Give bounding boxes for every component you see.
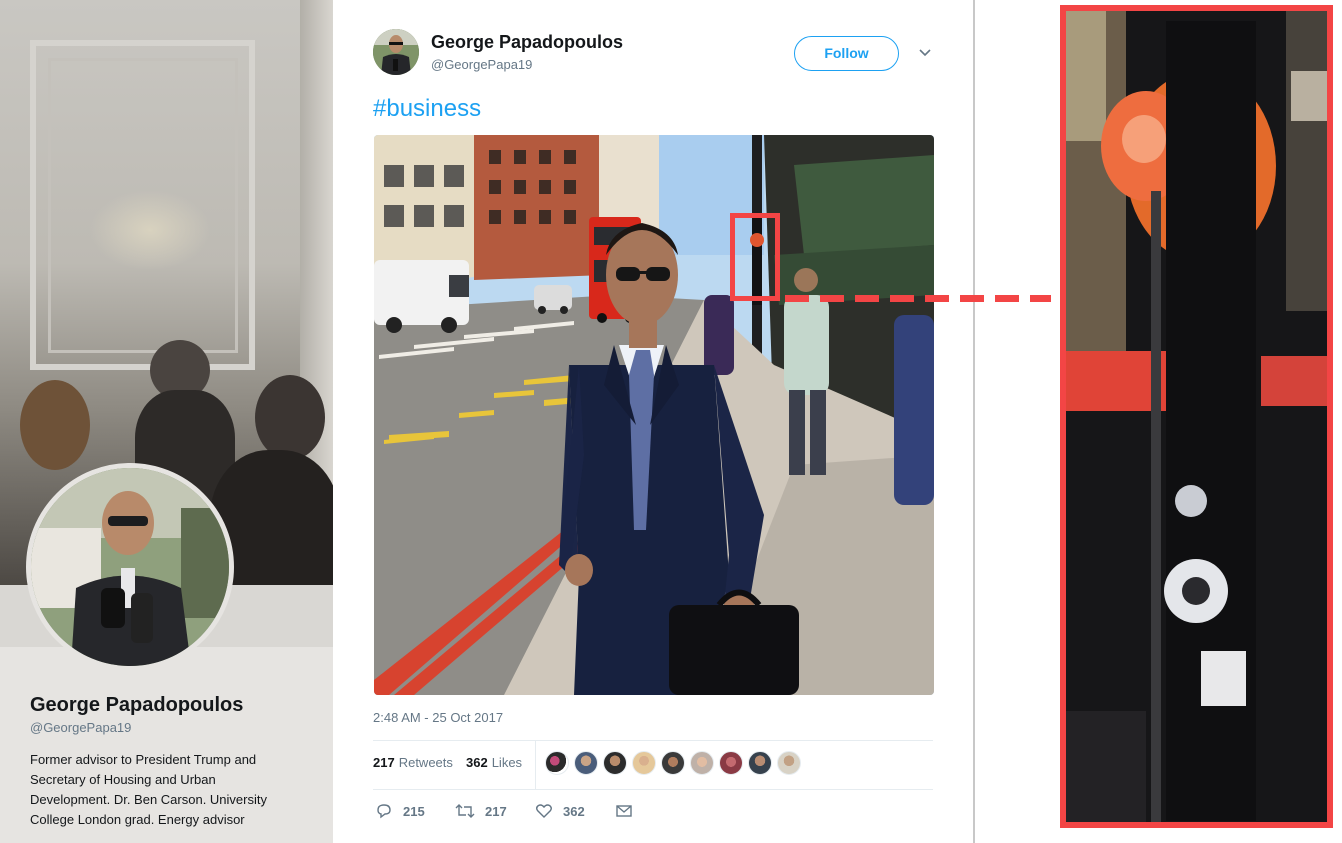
reply-count: 215	[403, 803, 425, 819]
wall-molding-inner	[48, 58, 238, 353]
retweet-count: 217	[485, 803, 507, 819]
liker-avatar[interactable]	[690, 751, 714, 775]
zoomed-detail-panel	[1060, 5, 1333, 828]
profile-page-background: George Papadopoulos @GeorgePapa19 Former…	[0, 0, 333, 843]
liker-avatar[interactable]	[603, 751, 627, 775]
follow-button[interactable]: Follow	[794, 36, 899, 71]
liker-avatar[interactable]	[545, 751, 569, 775]
likes-stat-count: 362	[466, 755, 488, 770]
retweets-stat-label: Retweets	[398, 755, 453, 770]
profile-name: George Papadopoulos	[30, 694, 244, 716]
tweet-photo[interactable]	[374, 135, 934, 695]
tweet-author-avatar[interactable]	[373, 29, 419, 75]
audience-member	[20, 380, 90, 470]
street-photo	[374, 135, 934, 695]
zoomed-lamp-post-photo	[1066, 11, 1327, 822]
stats-top-divider	[373, 740, 933, 741]
tweet-author-handle[interactable]: @GeorgePapa19	[431, 57, 532, 72]
retweet-icon	[455, 804, 475, 818]
message-icon	[616, 805, 632, 817]
liker-avatar[interactable]	[748, 751, 772, 775]
like-action[interactable]: 362	[535, 800, 585, 822]
audience-member	[255, 375, 325, 460]
profile-handle: @GeorgePapa19	[30, 720, 132, 735]
direct-message-action[interactable]	[615, 800, 633, 822]
author-avatar-photo	[373, 29, 419, 75]
avatar-photo	[31, 468, 229, 666]
profile-avatar[interactable]	[26, 463, 234, 671]
liker-avatar[interactable]	[777, 751, 801, 775]
chevron-down-icon[interactable]	[917, 44, 933, 60]
retweets-stat-count: 217	[373, 755, 395, 770]
zoom-highlight-rectangle	[730, 213, 780, 301]
liker-avatar[interactable]	[719, 751, 743, 775]
stats-separator	[535, 741, 536, 789]
profile-bio: Former advisor to President Trump and Se…	[30, 752, 267, 827]
liker-avatar[interactable]	[632, 751, 656, 775]
liker-avatar[interactable]	[661, 751, 685, 775]
tweet-permalink-modal: George Papadopoulos @GeorgePapa19 Follow…	[333, 0, 973, 843]
tweet-author-name[interactable]: George Papadopoulos	[431, 32, 623, 53]
likes-stat[interactable]: 362 Likes	[466, 755, 522, 770]
tweet-timestamp[interactable]: 2:48 AM - 25 Oct 2017	[373, 710, 503, 725]
like-icon	[536, 804, 552, 818]
liker-avatar[interactable]	[574, 751, 598, 775]
likes-stat-label: Likes	[491, 755, 523, 770]
retweets-stat[interactable]: 217 Retweets	[373, 755, 453, 770]
zoom-dashed-connector	[785, 295, 1051, 302]
tweet-text-hashtag[interactable]: #business	[373, 95, 481, 123]
retweet-action[interactable]: 217	[455, 800, 507, 822]
reply-action[interactable]: 215	[375, 800, 425, 822]
stats-bottom-divider	[373, 789, 933, 790]
likers-avatars	[545, 751, 806, 777]
reply-icon	[377, 804, 391, 819]
like-count: 362	[563, 803, 585, 819]
page-edge-rule	[973, 0, 975, 843]
